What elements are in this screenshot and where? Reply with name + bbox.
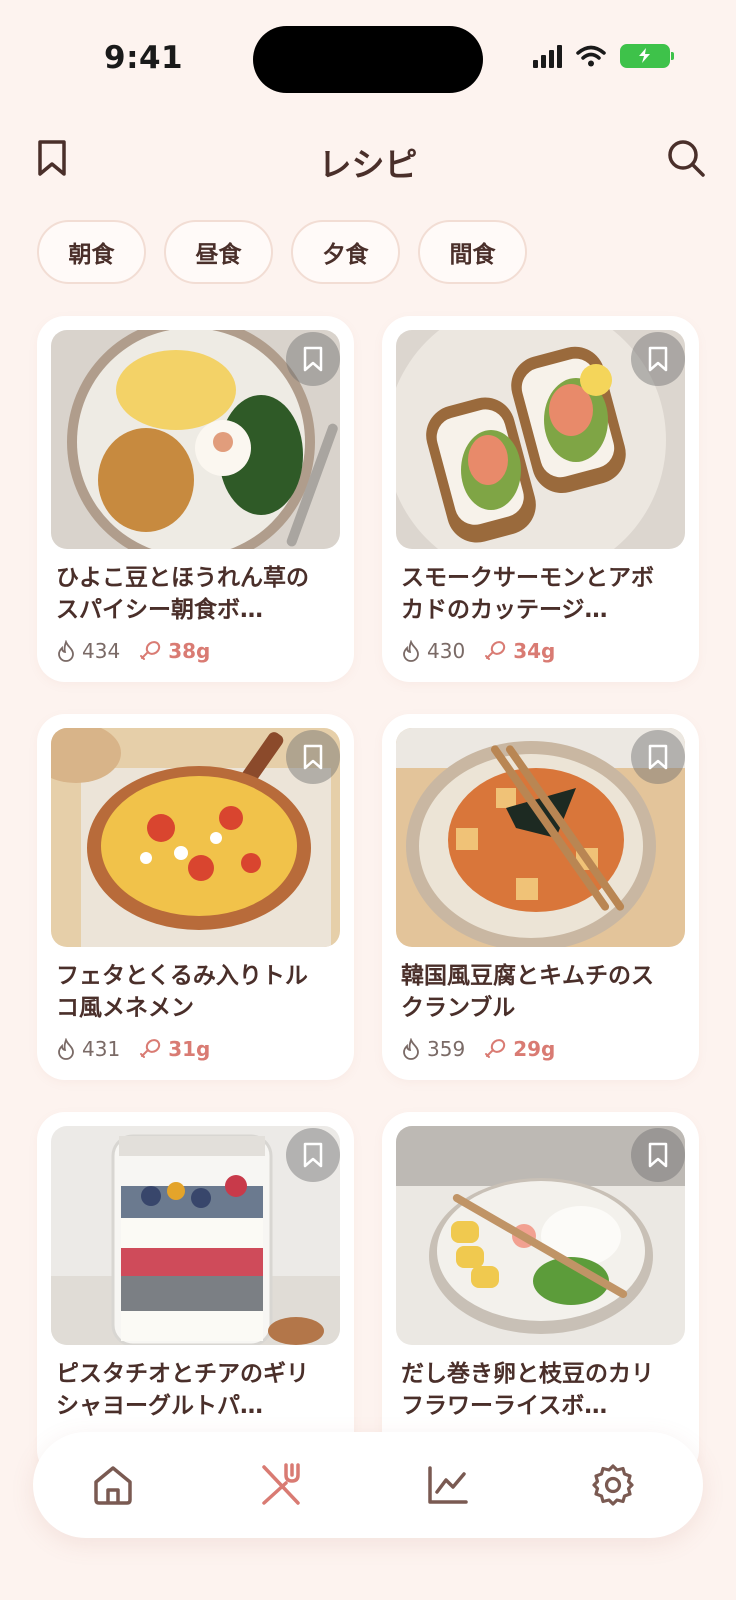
status-time: 9:41 <box>104 40 184 76</box>
recipe-title: ひよこ豆とほうれん草のスパイシー朝食ボ… <box>56 565 309 623</box>
bookmark-toggle[interactable] <box>631 1128 685 1182</box>
recipe-title: スモークサーモンとアボカドのカッテージ… <box>401 565 654 623</box>
recipe-card[interactable]: だし巻き卵と枝豆のカリフラワーライスボ… <box>382 1112 699 1478</box>
recipe-title: 韓国風豆腐とキムチのスクランブル <box>401 963 654 1021</box>
drumstick-icon <box>140 641 161 660</box>
recipe-meta: 359 29g <box>401 1037 555 1061</box>
recipe-title: だし巻き卵と枝豆のカリフラワーライスボ… <box>401 1361 654 1419</box>
flame-icon <box>58 1038 74 1060</box>
wifi-icon <box>576 45 606 67</box>
bookmark-icon <box>303 744 323 770</box>
recipe-card[interactable]: ひよこ豆とほうれん草のスパイシー朝食ボ… 434 38g <box>37 316 354 682</box>
flame-icon <box>58 640 74 662</box>
bookmark-icon <box>303 346 323 372</box>
signal-icon <box>533 44 562 68</box>
protein-value: 38g <box>168 639 211 663</box>
chip-lunch[interactable]: 昼食 <box>164 220 273 284</box>
protein-value: 31g <box>168 1037 211 1061</box>
bookmark-toggle[interactable] <box>286 730 340 784</box>
flame-icon <box>403 1038 419 1060</box>
recipe-card[interactable]: フェタとくるみ入りトルコ風メネメン 431 31g <box>37 714 354 1080</box>
utensils-icon <box>262 1463 300 1505</box>
chart-icon <box>428 1466 468 1504</box>
gear-icon <box>592 1464 634 1506</box>
recipe-title: フェタとくるみ入りトルコ風メネメン <box>56 963 308 1021</box>
recipe-card[interactable]: ピスタチオとチアのギリシャヨーグルトパ… <box>37 1112 354 1478</box>
drumstick-icon <box>485 641 506 660</box>
dynamic-island <box>253 26 483 93</box>
battery-icon <box>620 44 674 68</box>
recipe-meta: 431 31g <box>56 1037 210 1061</box>
calories-value: 434 <box>82 639 121 663</box>
calories-value: 430 <box>427 639 466 663</box>
recipe-card[interactable]: 韓国風豆腐とキムチのスクランブル 359 29g <box>382 714 699 1080</box>
home-icon <box>94 1466 132 1505</box>
status-bar: 9:41 <box>0 0 736 110</box>
recipe-title: ピスタチオとチアのギリシャヨーグルトパ… <box>56 1361 309 1419</box>
bookmark-toggle[interactable] <box>286 1128 340 1182</box>
protein-value: 34g <box>513 639 556 663</box>
drumstick-icon <box>485 1039 506 1058</box>
recipe-meta: 430 34g <box>401 639 555 663</box>
bookmark-toggle[interactable] <box>631 730 685 784</box>
chip-breakfast[interactable]: 朝食 <box>37 220 146 284</box>
chip-snack[interactable]: 間食 <box>418 220 527 284</box>
app-header: レシピ <box>0 128 736 188</box>
calories-value: 359 <box>427 1037 466 1061</box>
bookmark-icon <box>648 744 668 770</box>
flame-icon <box>403 640 419 662</box>
tab-home[interactable] <box>85 1457 141 1513</box>
tab-recipes[interactable] <box>252 1457 308 1513</box>
bookmark-icon <box>648 1142 668 1168</box>
bookmark-icon <box>648 346 668 372</box>
protein-value: 29g <box>513 1037 556 1061</box>
status-icons <box>533 44 674 68</box>
recipe-card[interactable]: スモークサーモンとアボカドのカッテージ… 430 34g <box>382 316 699 682</box>
bottom-tab-bar <box>33 1432 703 1538</box>
search-icon <box>668 140 705 177</box>
bookmark-icon <box>303 1142 323 1168</box>
drumstick-icon <box>140 1039 161 1058</box>
bookmark-toggle[interactable] <box>286 332 340 386</box>
tab-stats[interactable] <box>419 1457 475 1513</box>
chip-dinner[interactable]: 夕食 <box>291 220 400 284</box>
search-button[interactable] <box>664 136 708 180</box>
page-title: レシピ <box>318 145 418 184</box>
bookmark-toggle[interactable] <box>631 332 685 386</box>
calories-value: 431 <box>82 1037 121 1061</box>
tab-settings[interactable] <box>585 1457 641 1513</box>
recipe-meta: 434 38g <box>56 639 210 663</box>
meal-filter-chips: 朝食 昼食 夕食 間食 <box>37 220 527 284</box>
